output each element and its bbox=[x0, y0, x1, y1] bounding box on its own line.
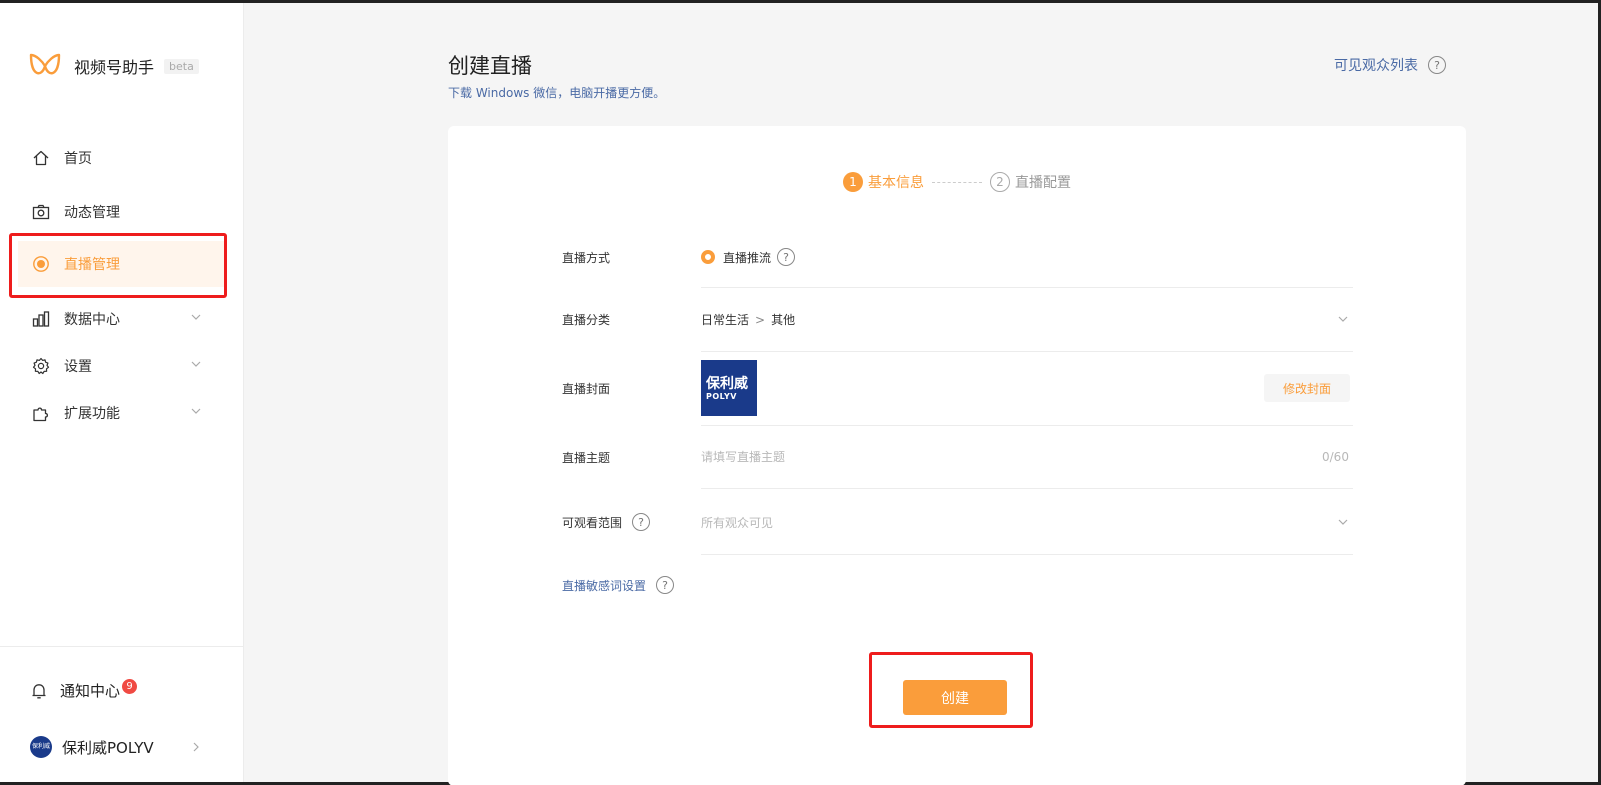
live-category-label-text: 直播分类 bbox=[562, 313, 611, 327]
help-icon[interactable]: ? bbox=[656, 576, 675, 594]
step-indicator: 1 基本信息 2 直播配置 bbox=[843, 172, 1071, 192]
visible-audience-list-link[interactable]: 可见观众列表 ? bbox=[1334, 55, 1446, 75]
sidebar-item-label: 动态管理 bbox=[64, 205, 120, 221]
step-1-label: 基本信息 bbox=[868, 175, 924, 191]
live-cover-label: 直播封面 bbox=[562, 380, 610, 397]
live-method-radio-group: 直播推流 ? bbox=[701, 248, 796, 266]
home-icon bbox=[33, 150, 49, 166]
visibility-label: 可观看范围 ? bbox=[562, 513, 651, 531]
row-divider bbox=[701, 351, 1353, 352]
sidebar-item-settings[interactable]: 设置 bbox=[18, 343, 224, 389]
help-icon[interactable]: ? bbox=[632, 513, 651, 531]
app-logo[interactable]: 视频号助手 beta bbox=[28, 51, 199, 81]
cover-thumbnail: 保利威 POLYV bbox=[701, 360, 757, 416]
channels-logo-icon bbox=[29, 53, 61, 75]
sidebar-item-label: 设置 bbox=[64, 359, 92, 375]
live-category-label: 直播分类 bbox=[562, 311, 610, 328]
row-divider bbox=[701, 488, 1353, 489]
notification-count-badge: 9 bbox=[122, 679, 138, 694]
category-secondary: 其他 bbox=[771, 313, 796, 327]
download-windows-wechat-link[interactable]: 下载 Windows 微信，电脑开播更方便。 bbox=[448, 84, 665, 101]
chevron-right-icon bbox=[193, 742, 199, 752]
audience-link-label: 可见观众列表 bbox=[1334, 58, 1418, 74]
sidebar-item-data-center[interactable]: 数据中心 bbox=[18, 296, 224, 342]
live-topic-label: 直播主题 bbox=[562, 449, 610, 466]
row-divider bbox=[701, 554, 1353, 555]
live-topic-label-text: 直播主题 bbox=[562, 451, 611, 465]
chevron-down-icon[interactable] bbox=[1337, 516, 1349, 528]
step-1-number: 1 bbox=[843, 172, 863, 192]
sidebar-item-extensions[interactable]: 扩展功能 bbox=[18, 390, 224, 436]
push-stream-radio[interactable] bbox=[701, 250, 715, 264]
sidebar-item-label: 直播管理 bbox=[64, 257, 120, 273]
account-switcher[interactable]: 保利威 保利威POLYV bbox=[30, 736, 210, 758]
sensitive-words-setting[interactable]: 直播敏感词设置 ? bbox=[562, 576, 675, 594]
row-divider bbox=[701, 287, 1353, 288]
app-name: 视频号助手 bbox=[74, 58, 155, 77]
help-icon[interactable]: ? bbox=[777, 248, 796, 266]
live-cover-label-text: 直播封面 bbox=[562, 382, 611, 396]
sidebar-item-live[interactable]: 直播管理 bbox=[18, 241, 224, 287]
live-category-select[interactable]: 日常生活 > 其他 bbox=[701, 311, 795, 328]
sensitive-words-label[interactable]: 直播敏感词设置 bbox=[562, 577, 646, 594]
push-stream-label[interactable]: 直播推流 bbox=[723, 249, 771, 266]
row-divider bbox=[701, 425, 1353, 426]
notification-center[interactable]: 通知中心 9 bbox=[30, 679, 138, 701]
gear-icon bbox=[32, 357, 50, 375]
visibility-select[interactable]: 所有观众可见 bbox=[701, 514, 773, 531]
live-icon bbox=[33, 256, 49, 272]
camera-icon bbox=[32, 204, 50, 220]
category-separator: > bbox=[755, 312, 766, 327]
visibility-label-text: 可观看范围 bbox=[562, 515, 623, 530]
create-button[interactable]: 创建 bbox=[903, 680, 1007, 715]
step-2-label: 直播配置 bbox=[1015, 175, 1071, 191]
sidebar-item-moments[interactable]: 动态管理 bbox=[18, 189, 224, 235]
live-method-label: 直播方式 bbox=[562, 249, 610, 266]
cover-thumb-sub: POLYV bbox=[706, 391, 737, 401]
puzzle-icon bbox=[33, 407, 49, 422]
category-primary: 日常生活 bbox=[701, 313, 750, 327]
sidebar-item-label: 数据中心 bbox=[64, 312, 120, 328]
sidebar-divider bbox=[0, 646, 244, 647]
page-title: 创建直播 bbox=[448, 54, 532, 78]
sidebar-item-label: 扩展功能 bbox=[64, 406, 120, 422]
help-icon[interactable]: ? bbox=[1428, 56, 1446, 74]
live-method-label-text: 直播方式 bbox=[562, 251, 611, 265]
chevron-down-icon[interactable] bbox=[1337, 313, 1349, 325]
notification-label: 通知中心 bbox=[60, 682, 121, 700]
avatar: 保利威 bbox=[30, 736, 52, 758]
sidebar-item-home[interactable]: 首页 bbox=[18, 135, 224, 181]
step-connector bbox=[932, 181, 982, 183]
step-2-number: 2 bbox=[990, 172, 1010, 192]
chevron-down-icon bbox=[191, 361, 201, 367]
account-name: 保利威POLYV bbox=[62, 738, 154, 757]
sidebar-item-label: 首页 bbox=[64, 151, 92, 167]
chevron-down-icon bbox=[191, 408, 201, 414]
edit-cover-button[interactable]: 修改封面 bbox=[1264, 374, 1350, 402]
beta-badge: beta bbox=[164, 58, 199, 74]
chevron-down-icon bbox=[191, 314, 201, 320]
cover-thumb-title: 保利威 bbox=[706, 375, 748, 392]
topic-char-counter: 0/60 bbox=[1322, 450, 1349, 464]
live-topic-input[interactable] bbox=[701, 447, 1353, 467]
bell-icon bbox=[32, 683, 46, 698]
bar-chart-icon bbox=[32, 311, 50, 327]
